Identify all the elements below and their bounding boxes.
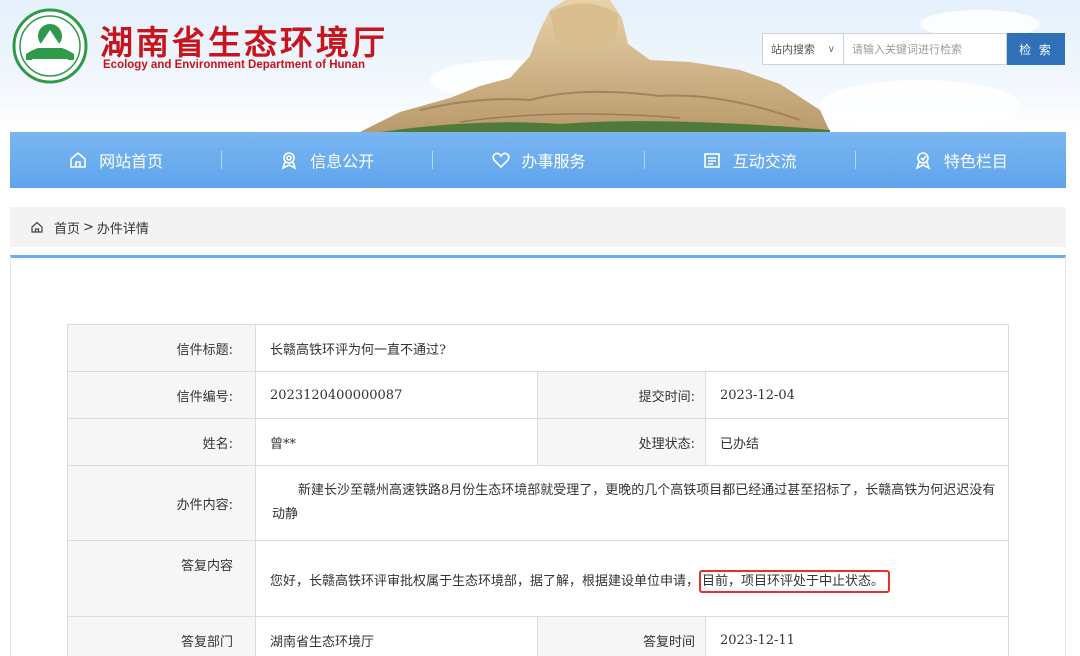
- heart-icon: [491, 152, 510, 169]
- content-value: 新建长沙至赣州高速铁路8月份生态环境部就受理了，更晚的几个高铁项目都已经通过甚至…: [254, 465, 1010, 541]
- letter-title-value: 长赣高铁环评为何一直不通过?: [254, 324, 1010, 372]
- dept-value: 湖南省生态环境厅: [255, 616, 538, 656]
- breadcrumb-separator: >: [83, 219, 94, 235]
- newspaper-icon: [703, 153, 720, 168]
- search-scope-select[interactable]: 站内搜索 ∨: [762, 33, 844, 65]
- nav-item-interaction[interactable]: 互动交流: [643, 132, 855, 188]
- reply-text: 您好，长赣高铁环评审批权属于生态环境部，据了解，根据建设单位申请，: [270, 574, 700, 589]
- search-box: 站内搜索 ∨ 检 索: [762, 33, 1065, 65]
- table-row: 信件标题: 长赣高铁环评为何一直不通过?: [67, 324, 1010, 372]
- search-scope-label: 站内搜索: [771, 43, 815, 56]
- table-row: 姓名: 曾** 处理状态: 已办结: [67, 418, 1010, 466]
- letter-title-label: 信件标题:: [67, 324, 256, 372]
- medal-icon: [915, 152, 931, 170]
- content-label: 办件内容:: [67, 465, 256, 541]
- nav-item-label: 互动交流: [732, 152, 797, 171]
- dept-label: 答复部门: [67, 616, 256, 656]
- main-nav: 网站首页 信息公开 办事服务 互动交流 特色栏目: [10, 132, 1066, 188]
- table-row: 信件编号: 2023120400000087 提交时间: 2023-12-04: [67, 371, 1010, 419]
- nav-item-label: 办事服务: [521, 152, 586, 171]
- reply-time-value: 2023-12-11: [704, 616, 1010, 656]
- name-value: 曾**: [255, 418, 538, 466]
- reply-value: 您好，长赣高铁环评审批权属于生态环境部，据了解，根据建设单位申请， 目前，项目环评…: [254, 540, 1010, 617]
- nav-item-services[interactable]: 办事服务: [432, 132, 643, 188]
- reply-highlight: 目前，项目环评处于中止状态。: [699, 570, 891, 593]
- name-label: 姓名:: [67, 418, 256, 466]
- search-button[interactable]: 检 索: [1007, 33, 1065, 65]
- table-row: 办件内容: 新建长沙至赣州高速铁路8月份生态环境部就受理了，更晚的几个高铁项目都…: [67, 465, 1010, 541]
- hnee-logo-icon[interactable]: [12, 8, 88, 84]
- breadcrumb-current: 办件详情: [96, 221, 149, 237]
- home-icon: [31, 221, 43, 233]
- content-text: 新建长沙至赣州高速铁路8月份生态环境部就受理了，更晚的几个高铁项目都已经通过甚至…: [272, 483, 996, 522]
- table-row: 答复部门 湖南省生态环境厅 答复时间 2023-12-11: [67, 616, 1010, 656]
- nav-item-label: 信息公开: [310, 152, 375, 171]
- award-icon: [281, 152, 297, 170]
- breadcrumb: 首页 > 办件详情: [10, 207, 1066, 247]
- submit-time-value: 2023-12-04: [704, 371, 1010, 419]
- letter-number-value: 2023120400000087: [255, 371, 538, 419]
- status-value: 已办结: [704, 418, 1010, 466]
- nav-item-label: 网站首页: [99, 152, 164, 171]
- reply-time-label: 答复时间: [537, 616, 706, 656]
- letter-detail-table: 信件标题: 长赣高铁环评为何一直不通过? 信件编号: 2023120400000…: [67, 324, 1010, 656]
- submit-time-label: 提交时间:: [537, 371, 706, 419]
- nav-item-home[interactable]: 网站首页: [10, 132, 221, 188]
- site-title: 湖南省生态环境厅: [100, 23, 388, 62]
- reply-label: 答复内容: [67, 540, 256, 617]
- letter-number-label: 信件编号:: [67, 371, 256, 419]
- nav-item-label: 特色栏目: [943, 152, 1008, 171]
- site-subtitle: Ecology and Environment Department of Hu…: [103, 59, 365, 71]
- home-icon: [70, 151, 86, 168]
- site-header: 湖南省生态环境厅 Ecology and Environment Departm…: [0, 0, 1080, 132]
- nav-item-info-public[interactable]: 信息公开: [221, 132, 432, 188]
- nav-item-featured[interactable]: 特色栏目: [854, 132, 1066, 188]
- status-label: 处理状态:: [537, 418, 706, 466]
- breadcrumb-home-link[interactable]: 首页: [54, 218, 80, 237]
- chevron-down-icon: ∨: [827, 43, 835, 55]
- statue-landmark-image: [360, 0, 830, 132]
- search-input[interactable]: [844, 33, 1007, 65]
- table-row: 答复内容 您好，长赣高铁环评审批权属于生态环境部，据了解，根据建设单位申请， 目前…: [67, 540, 1010, 617]
